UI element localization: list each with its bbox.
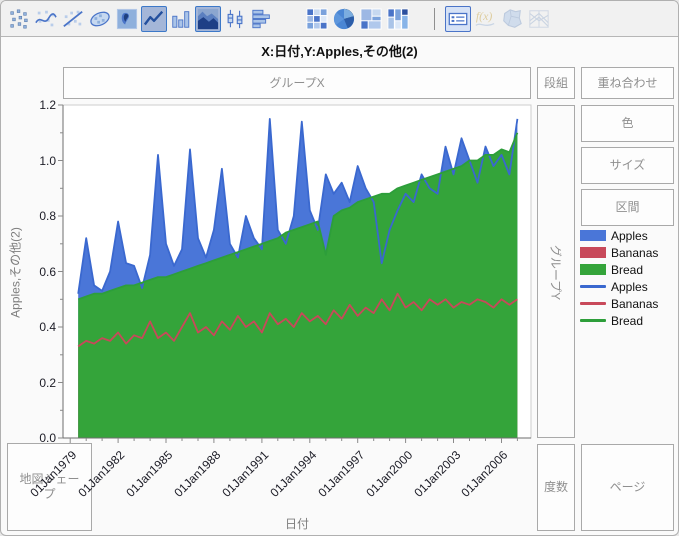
y-tick-label: 1.0 xyxy=(29,154,56,168)
legend-item-fill-bananas[interactable]: Bananas xyxy=(580,244,658,261)
legend-item-fill-apples[interactable]: Apples xyxy=(580,227,658,244)
legend-item-label: Apples xyxy=(611,280,648,294)
map-shape-button[interactable] xyxy=(499,6,525,32)
treemap-button[interactable] xyxy=(358,6,384,32)
x-axis-title: 日付 xyxy=(247,515,347,532)
mosaic-icon xyxy=(387,8,409,30)
drop-zone-freq-label: 度数 xyxy=(544,480,568,495)
line-of-fit-button[interactable] xyxy=(60,6,86,32)
pie-chart-icon xyxy=(333,8,355,30)
formula-button[interactable]: f(x) xyxy=(472,6,498,32)
smoother-button[interactable] xyxy=(33,6,59,32)
x-tick-label: 01Jan1994 xyxy=(263,448,319,504)
legend-fill-swatch xyxy=(580,230,606,241)
line-chart-icon xyxy=(143,8,165,30)
y-tick-label: 1.2 xyxy=(29,98,56,112)
area-chart-icon xyxy=(197,8,219,30)
legend-fill-swatch xyxy=(580,247,606,258)
drop-zone-overlay[interactable]: 重ね合わせ xyxy=(581,67,674,99)
legend-item-label: Bananas xyxy=(611,297,658,311)
heatmap-button[interactable] xyxy=(304,6,330,32)
points-button[interactable] xyxy=(6,6,32,32)
x-tick-label: 01Jan1988 xyxy=(167,448,223,504)
x-tick-label: 01Jan1997 xyxy=(310,448,366,504)
drop-zone-page-label: ページ xyxy=(610,480,646,495)
legend-line-swatch xyxy=(580,285,606,288)
ellipse-button[interactable] xyxy=(87,6,113,32)
area-chart-button[interactable] xyxy=(195,6,221,32)
line-chart-button[interactable] xyxy=(141,6,167,32)
caption-box-icon xyxy=(447,8,469,30)
bar-chart-button[interactable] xyxy=(168,6,194,32)
drop-zone-panel[interactable]: 段組 xyxy=(537,67,575,99)
legend: Apples Bananas Bread Apples Bananas Bread xyxy=(580,227,658,329)
graph-builder-window: f(x) X:日付,Y:Apples,その他(2) グループX 段組 重ね合わせ… xyxy=(0,0,679,536)
y-tick-label: 0.0 xyxy=(29,431,56,445)
smoother-icon xyxy=(35,8,57,30)
element-type-toolbar: f(x) xyxy=(1,1,678,37)
y-tick-label: 0.2 xyxy=(29,376,56,390)
drop-zone-interval[interactable]: 区間 xyxy=(581,189,674,226)
legend-fill-swatch xyxy=(580,264,606,275)
parallel-plot-button[interactable] xyxy=(526,6,552,32)
legend-item-label: Apples xyxy=(611,229,648,243)
contour-button[interactable] xyxy=(114,6,140,32)
ellipse-icon xyxy=(89,8,111,30)
treemap-icon xyxy=(360,8,382,30)
legend-item-label: Bread xyxy=(611,263,643,277)
drop-zone-size-label: サイズ xyxy=(610,158,646,173)
line-of-fit-icon xyxy=(62,8,84,30)
points-icon xyxy=(8,8,30,30)
histogram-icon xyxy=(251,8,273,30)
caption-box-button[interactable] xyxy=(445,6,471,32)
drop-zone-color-label: 色 xyxy=(621,116,633,131)
legend-item-label: Bread xyxy=(611,314,643,328)
mosaic-button[interactable] xyxy=(385,6,411,32)
box-plot-icon xyxy=(224,8,246,30)
y-axis-title: Apples,その他(2) xyxy=(7,203,24,343)
contour-icon xyxy=(116,8,138,30)
y-tick-label: 0.4 xyxy=(29,320,56,334)
drop-zone-overlay-label: 重ね合わせ xyxy=(597,76,657,91)
legend-item-line-bananas[interactable]: Bananas xyxy=(580,295,658,312)
legend-line-swatch xyxy=(580,302,606,305)
drop-zone-group-x-label: グループX xyxy=(269,76,324,91)
drop-zone-group-y-label: グループY xyxy=(548,203,565,343)
chart-svg-container[interactable] xyxy=(29,99,535,456)
box-plot-button[interactable] xyxy=(222,6,248,32)
x-tick-label: 01Jan1991 xyxy=(215,448,271,504)
drop-zone-panel-label: 段組 xyxy=(544,76,568,91)
bar-chart-icon xyxy=(170,8,192,30)
drop-zone-page[interactable]: ページ xyxy=(581,444,674,531)
legend-item-line-bread[interactable]: Bread xyxy=(580,312,658,329)
graph-title: X:日付,Y:Apples,その他(2) xyxy=(1,41,678,60)
drop-zone-freq[interactable]: 度数 xyxy=(537,444,575,531)
drop-zone-interval-label: 区間 xyxy=(615,200,639,215)
toolbar-separator xyxy=(434,8,435,30)
drop-zone-color[interactable]: 色 xyxy=(581,105,674,142)
heatmap-icon xyxy=(306,8,328,30)
svg-text:f(x): f(x) xyxy=(476,8,493,22)
pie-chart-button[interactable] xyxy=(331,6,357,32)
legend-item-label: Bananas xyxy=(611,246,658,260)
drop-zone-size[interactable]: サイズ xyxy=(581,147,674,184)
legend-item-fill-bread[interactable]: Bread xyxy=(580,261,658,278)
parallel-plot-icon xyxy=(528,8,550,30)
x-tick-label: 01Jan1985 xyxy=(119,448,175,504)
legend-item-line-apples[interactable]: Apples xyxy=(580,278,658,295)
drop-zone-group-x[interactable]: グループX xyxy=(63,67,531,99)
histogram-button[interactable] xyxy=(249,6,275,32)
y-tick-label: 0.8 xyxy=(29,209,56,223)
legend-line-swatch xyxy=(580,319,606,322)
y-tick-label: 0.6 xyxy=(29,265,56,279)
map-shape-icon xyxy=(501,8,523,30)
formula-icon: f(x) xyxy=(474,8,496,30)
